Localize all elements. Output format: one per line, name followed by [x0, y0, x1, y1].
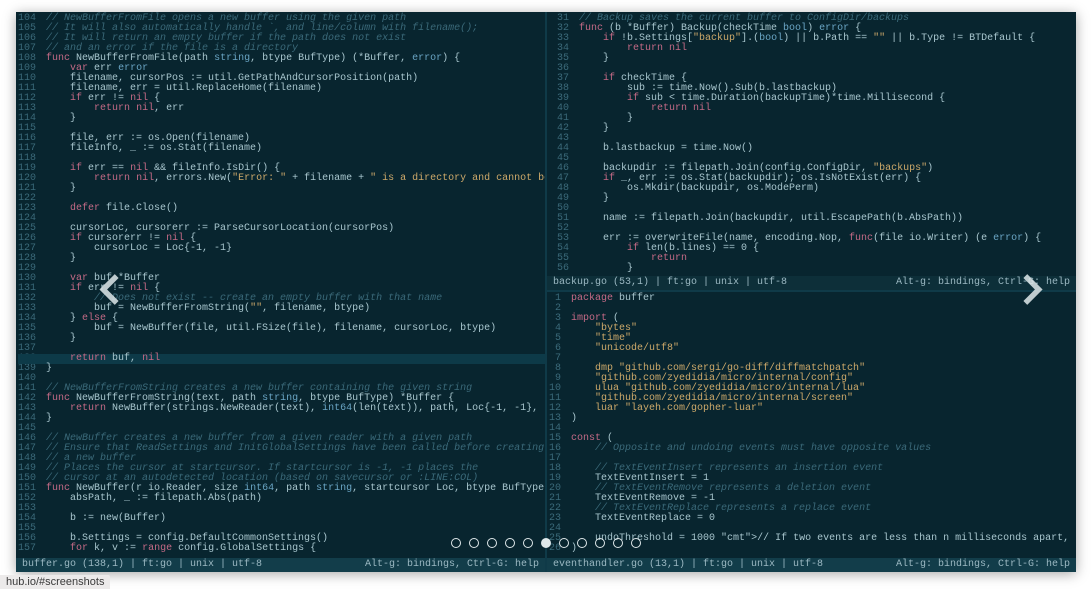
url-preview: hub.io/#screenshots — [0, 575, 110, 589]
carousel-dot[interactable] — [505, 538, 515, 548]
carousel-prev[interactable] — [86, 267, 132, 318]
pane-right-top: 3132333435363738394041424344454647484950… — [547, 12, 1076, 290]
carousel-dots — [16, 538, 1076, 548]
code-right-bottom[interactable]: 1234567891011121314151617181920212223242… — [547, 292, 1076, 556]
carousel-dot[interactable] — [631, 538, 641, 548]
carousel-dot[interactable] — [451, 538, 461, 548]
carousel-dot[interactable] — [523, 538, 533, 548]
carousel-dot[interactable] — [487, 538, 497, 548]
carousel-dot[interactable] — [577, 538, 587, 548]
statusbar-left: buffer.go (138,1) | ft:go | unix | utf-8… — [16, 558, 545, 572]
carousel-dot[interactable] — [559, 538, 569, 548]
code-right-top[interactable]: 3132333435363738394041424344454647484950… — [547, 12, 1076, 276]
statusbar-right-bottom: eventhandler.go (13,1) | ft:go | unix | … — [547, 558, 1076, 572]
pane-right-bottom: 1234567891011121314151617181920212223242… — [547, 290, 1076, 572]
editor-window: 1041051061071081091101111121131141151161… — [16, 12, 1076, 572]
carousel-dot[interactable] — [613, 538, 623, 548]
pane-right: 3132333435363738394041424344454647484950… — [547, 12, 1076, 572]
status-rb-help: Alt-g: bindings, Ctrl-G: help — [896, 558, 1070, 572]
carousel-next[interactable] — [1010, 267, 1056, 318]
carousel-dot[interactable] — [469, 538, 479, 548]
statusbar-right-top: backup.go (53,1) | ft:go | unix | utf-8 … — [547, 276, 1076, 290]
status-rt-info: backup.go (53,1) | ft:go | unix | utf-8 — [553, 276, 787, 290]
status-left-info: buffer.go (138,1) | ft:go | unix | utf-8 — [22, 558, 262, 572]
status-left-help: Alt-g: bindings, Ctrl-G: help — [365, 558, 539, 572]
carousel-dot[interactable] — [541, 538, 551, 548]
status-rb-info: eventhandler.go (13,1) | ft:go | unix | … — [553, 558, 823, 572]
carousel-dot[interactable] — [595, 538, 605, 548]
